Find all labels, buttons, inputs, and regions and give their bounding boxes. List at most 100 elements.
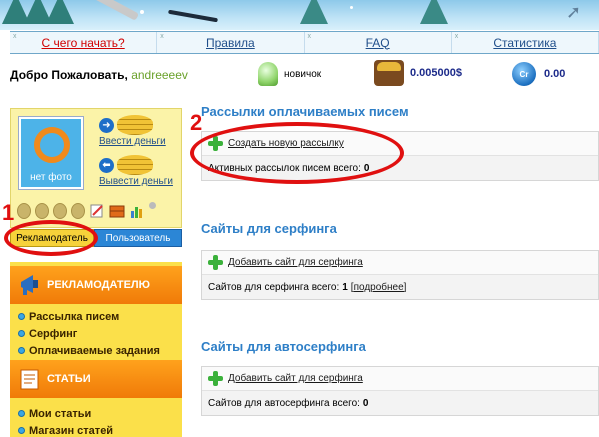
achievements-row [17,202,156,219]
pencil-decoration [92,0,140,21]
nav-link-faq[interactable]: FAQ [366,36,390,50]
add-autosurfing-link[interactable]: Добавить сайт для серфинга [228,373,363,384]
annotation-marker-2: 2 [190,110,203,135]
bullet-icon [18,427,25,434]
nav-item-stats: x Статистика [452,32,599,53]
note-edit-icon[interactable] [89,203,105,219]
nav-link-stats[interactable]: Статистика [493,36,556,50]
add-autosurfing-row: Добавить сайт для серфинга [202,367,598,391]
advertiser-menu-list: Рассылка писем Серфинг Оплачиваемые зада… [10,308,182,359]
stat-value: 0 [362,397,369,409]
withdraw-link[interactable]: Вывести деньги [99,176,173,187]
plus-icon [208,371,223,386]
box-icon[interactable] [109,203,125,219]
credits: Cr 0.00 [512,62,565,86]
menu-item-label: Мои статьи [29,407,92,420]
annotation-marker-1: 1 [2,200,15,225]
username: andreeeev [131,68,188,82]
top-nav: x С чего начать? x Правила x FAQ x Стати… [10,31,599,54]
stat-label: Сайтов для автосерфинга всего: [208,397,360,409]
nav-item-start: x С чего начать? [10,32,158,53]
nav-tag: x [13,33,17,40]
ski-decoration [168,9,218,23]
tree-decoration [46,0,74,24]
rank-label: новичок [284,68,322,80]
panel-surfing: Добавить сайт для серфинга Сайтов для се… [201,250,599,300]
snow-decoration [140,10,144,14]
stat-value: 1 [342,281,348,293]
coins-icon [117,115,153,135]
menu-header-label: РЕКЛАМОДАТЕЛЮ [47,279,150,291]
welcome-label: Добро Пожаловать, [10,68,128,82]
treasure-chest-icon [374,60,404,86]
section-title-autosurfing: Сайты для автосерфинга [201,339,366,354]
bullet-icon [18,313,25,320]
menu-header-advertiser: РЕКЛАМОДАТЕЛЮ [10,266,182,304]
menu-item-paid-tasks[interactable]: Оплачиваемые задания [18,342,182,359]
cursor-arrow-icon: ➚ [566,2,582,22]
avatar-caption: нет фото [30,172,72,183]
avatar[interactable]: нет фото [18,116,84,190]
tree-decoration [300,0,328,24]
deposit-button[interactable]: ➜ [99,115,153,135]
megaphone-icon [21,275,38,295]
menu-item-surfing[interactable]: Серфинг [18,325,182,342]
articles-menu-list: Мои статьи Магазин статей [10,405,182,437]
bullet-icon [18,347,25,354]
withdraw-button[interactable]: ⬅ [99,155,153,175]
menu-item-my-articles[interactable]: Мои статьи [18,405,182,422]
menu-item-mailing[interactable]: Рассылка писем [18,308,182,325]
balance: 0.005000$ [374,60,462,86]
add-surfing-row: Добавить сайт для серфинга [202,251,598,275]
header-banner: ➚ [0,0,599,30]
stat-label: Сайтов для серфинга всего: [208,281,340,293]
rank-icon [258,62,278,86]
menu-item-label: Рассылка писем [29,310,120,323]
nav-link-start[interactable]: С чего начать? [42,36,125,50]
bullet-icon [18,410,25,417]
annotation-ellipse-2 [190,122,404,184]
plus-icon [208,255,223,270]
coins-icon [117,155,153,175]
sidebar-menu: РЕКЛАМОДАТЕЛЮ Рассылка писем Серфинг Опл… [10,262,182,437]
medal-icon [53,203,67,219]
welcome-text: Добро Пожаловать, andreeeev [10,68,188,82]
balance-value: 0.005000$ [410,67,462,79]
user-rank: новичок [258,62,321,86]
tab-user[interactable]: Пользователь [94,229,182,247]
menu-item-label: Магазин статей [29,424,114,437]
bullet-icon [18,330,25,337]
surfing-stats-row: Сайтов для серфинга всего: 1 [подробнее] [202,275,598,299]
status-dot-icon [149,202,156,209]
panel-autosurfing: Добавить сайт для серфинга Сайтов для ав… [201,366,599,416]
autosurfing-stats-row: Сайтов для автосерфинга всего: 0 [202,391,598,415]
arrow-right-icon: ➜ [99,117,114,133]
nav-tag: x [307,33,312,40]
section-title-mailings: Рассылки оплачиваемых писем [201,104,409,119]
menu-item-label: Серфинг [29,327,78,340]
credit-coin-icon: Cr [512,62,536,86]
annotation-ellipse-1 [4,220,98,256]
nav-tag: x [454,33,459,40]
deposit-link[interactable]: Ввести деньги [99,136,166,147]
section-title-surfing: Сайты для серфинга [201,221,337,236]
details-link[interactable]: [подробнее] [351,282,407,293]
menu-header-label: СТАТЬИ [47,373,91,385]
articles-icon [20,369,39,390]
add-surfing-link[interactable]: Добавить сайт для серфинга [228,257,363,268]
nav-item-rules: x Правила [157,32,305,53]
menu-item-article-shop[interactable]: Магазин статей [18,422,182,437]
snow-decoration [350,6,353,9]
nav-link-rules[interactable]: Правила [206,36,255,50]
profile-box: нет фото ➜ Ввести деньги ⬅ Вывести деньг… [10,108,182,228]
menu-item-label: Оплачиваемые задания [29,344,160,357]
menu-header-articles: СТАТЬИ [10,360,182,398]
medal-icon [35,203,49,219]
credits-value: 0.00 [544,68,566,80]
arrow-left-icon: ⬅ [99,157,114,173]
avatar-placeholder-icon [34,127,70,163]
nav-tag: x [160,33,164,40]
medal-icon [71,203,85,219]
chart-icon[interactable] [129,203,145,219]
nav-item-faq: x FAQ [305,32,452,53]
